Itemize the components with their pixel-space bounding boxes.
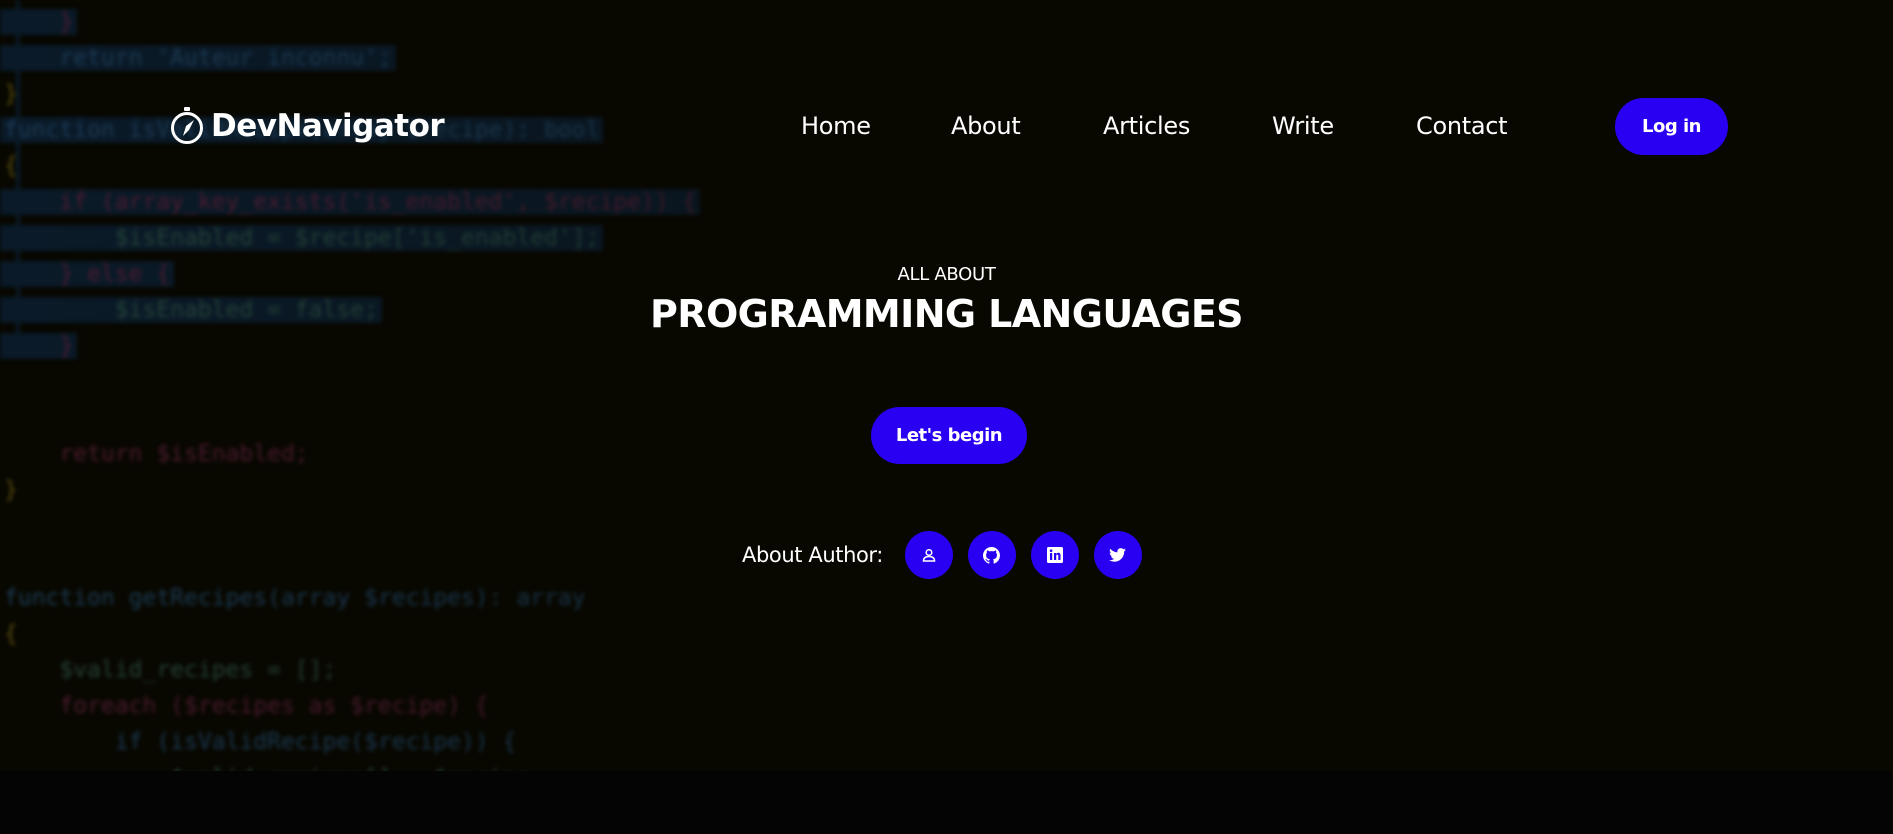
nav-link-articles[interactable]: Articles xyxy=(1103,108,1190,144)
nav-link-home[interactable]: Home xyxy=(801,108,871,144)
author-profile-button[interactable] xyxy=(904,531,953,579)
about-author: About Author: xyxy=(742,531,1157,579)
author-github-button[interactable] xyxy=(967,531,1016,579)
login-button[interactable]: Log in xyxy=(1615,98,1728,155)
lets-begin-button[interactable]: Let's begin xyxy=(871,407,1027,464)
nav-link-contact[interactable]: Contact xyxy=(1416,108,1508,144)
hero-eyebrow: ALL ABOUT xyxy=(897,264,996,285)
author-twitter-button[interactable] xyxy=(1093,531,1142,579)
nav-link-write[interactable]: Write xyxy=(1272,108,1334,144)
twitter-icon xyxy=(1109,548,1127,562)
linkedin-icon xyxy=(1046,547,1063,563)
user-icon xyxy=(922,548,936,562)
author-linkedin-button[interactable] xyxy=(1030,531,1079,579)
about-author-label: About Author: xyxy=(742,543,883,567)
hero-headline: PROGRAMMING LANGUAGES xyxy=(650,292,1244,336)
page-bottom xyxy=(0,771,1893,834)
github-icon xyxy=(983,546,1001,564)
nav-link-about[interactable]: About xyxy=(951,108,1021,144)
hero-section: } return 'Auteur inconnu'; } function is… xyxy=(0,0,1893,771)
main-nav: Home About Articles Write Contact xyxy=(0,108,1893,144)
